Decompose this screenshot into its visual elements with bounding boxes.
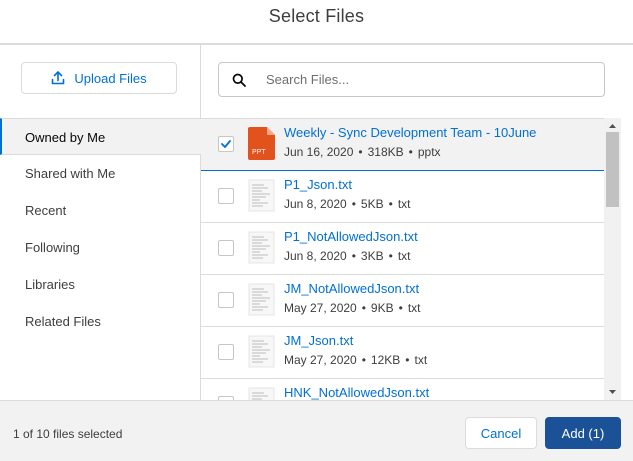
file-meta: May 27, 2020 • 12KB • txt — [284, 353, 428, 367]
text-doc-icon — [248, 231, 275, 264]
file-type: txt — [397, 249, 411, 263]
file-checkbox[interactable] — [218, 240, 234, 256]
file-row[interactable]: JM_NotAllowedJson.txt May 27, 2020 • 9KB • t… — [201, 275, 604, 327]
file-browser: PPT Weekly - Sync Development Team - 10J… — [201, 45, 633, 400]
sidebar-nav: Owned by Me Shared with Me Recent Follow… — [0, 118, 201, 340]
upload-icon — [52, 71, 65, 85]
file-date: May 27, 2020 — [284, 301, 357, 315]
file-checkbox[interactable] — [218, 136, 234, 152]
file-type: txt — [407, 301, 421, 315]
text-doc-icon — [248, 335, 275, 368]
file-meta: Jun 16, 2020 • 318KB • pptx — [284, 145, 441, 159]
file-size: 5KB — [360, 197, 384, 211]
file-name[interactable]: P1_Json.txt — [284, 177, 352, 192]
file-date: May 27, 2020 — [284, 353, 357, 367]
cancel-button[interactable]: Cancel — [465, 417, 537, 449]
file-date: Jun 8, 2020 — [284, 249, 347, 263]
dialog-footer: 1 of 10 files selected Cancel Add (1) — [0, 400, 633, 461]
file-list-scrollbar[interactable] — [604, 118, 621, 400]
file-name[interactable]: JM_NotAllowedJson.txt — [284, 281, 419, 296]
file-checkbox[interactable] — [218, 188, 234, 204]
sidebar-item-libraries[interactable]: Libraries — [0, 266, 201, 303]
file-size: 12KB — [370, 353, 401, 367]
dialog-title: Select Files — [268, 6, 365, 26]
file-meta: May 27, 2020 • 9KB • txt — [284, 301, 421, 315]
file-date: Jun 8, 2020 — [284, 197, 347, 211]
upload-files-label: Upload Files — [74, 70, 147, 86]
text-doc-icon — [248, 283, 275, 316]
upload-files-button[interactable]: Upload Files — [21, 62, 177, 94]
file-list: PPT Weekly - Sync Development Team - 10J… — [201, 118, 604, 400]
file-type: txt — [414, 353, 428, 367]
add-button[interactable]: Add (1) — [545, 417, 621, 449]
search-box[interactable] — [218, 62, 605, 97]
file-row[interactable]: P1_NotAllowedJson.txt Jun 8, 2020 • 3KB • tx… — [201, 223, 604, 275]
sidebar-item-owned-by-me[interactable]: Owned by Me — [0, 118, 201, 155]
file-checkbox[interactable] — [218, 292, 234, 308]
selection-count: 1 of 10 files selected — [13, 427, 123, 441]
text-doc-icon — [248, 387, 275, 400]
file-name[interactable]: P1_NotAllowedJson.txt — [284, 229, 418, 244]
sidebar-item-recent[interactable]: Recent — [0, 192, 201, 229]
scroll-up-icon[interactable] — [604, 120, 621, 132]
file-size: 3KB — [360, 249, 384, 263]
file-type: pptx — [417, 145, 441, 159]
file-meta: Jun 8, 2020 • 5KB • txt — [284, 197, 411, 211]
file-checkbox[interactable] — [218, 344, 234, 360]
file-type: txt — [397, 197, 411, 211]
checkmark-icon — [221, 140, 231, 148]
file-name[interactable]: JM_Json.txt — [284, 333, 353, 348]
sidebar-item-shared-with-me[interactable]: Shared with Me — [0, 155, 201, 192]
search-input[interactable] — [266, 72, 586, 87]
file-name[interactable]: Weekly - Sync Development Team - 10June — [284, 125, 536, 140]
dialog-header: Select Files — [0, 0, 633, 45]
scroll-down-icon[interactable] — [604, 386, 621, 398]
file-row[interactable]: P1_Json.txt Jun 8, 2020 • 5KB • txt — [201, 171, 604, 223]
file-meta: Jun 8, 2020 • 3KB • txt — [284, 249, 411, 263]
sidebar-item-following[interactable]: Following — [0, 229, 201, 266]
ppt-icon-label: PPT — [252, 149, 266, 156]
file-date: Jun 16, 2020 — [284, 145, 354, 159]
ppt-icon: PPT — [248, 127, 275, 160]
file-size: 318KB — [367, 145, 404, 159]
text-doc-icon — [248, 179, 275, 212]
sidebar-item-related-files[interactable]: Related Files — [0, 303, 201, 340]
file-row[interactable]: PPT Weekly - Sync Development Team - 10J… — [201, 119, 604, 171]
file-name[interactable]: HNK_NotAllowedJson.txt — [284, 385, 429, 400]
scrollbar-thumb[interactable] — [606, 132, 619, 207]
file-row[interactable]: HNK_NotAllowedJson.txt — [201, 379, 604, 400]
file-row[interactable]: JM_Json.txt May 27, 2020 • 12KB • txt — [201, 327, 604, 379]
sidebar: Upload Files Owned by Me Shared with Me … — [0, 45, 201, 400]
file-size: 9KB — [370, 301, 394, 315]
search-icon — [232, 73, 246, 87]
